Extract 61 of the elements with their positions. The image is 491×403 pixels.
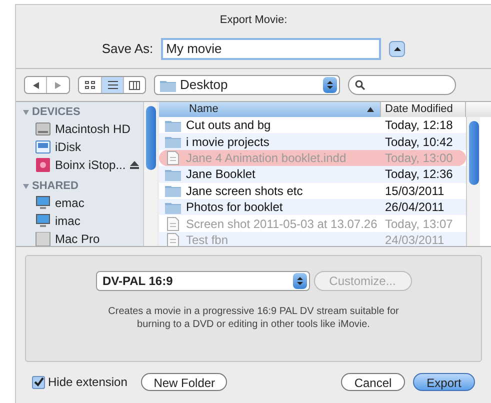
location-popup[interactable]: Desktop bbox=[154, 75, 340, 95]
folder-icon bbox=[165, 168, 181, 181]
folder-icon bbox=[165, 184, 181, 198]
server-icon bbox=[35, 232, 51, 246]
triangle-icon bbox=[394, 46, 401, 50]
header-filler bbox=[466, 102, 491, 117]
scrollbar[interactable] bbox=[466, 117, 480, 246]
dialog-button[interactable]: Export bbox=[413, 373, 475, 391]
folder-icon bbox=[160, 78, 176, 92]
scroll-thumb[interactable] bbox=[468, 121, 478, 185]
view-mode-button[interactable] bbox=[101, 77, 123, 93]
search-icon bbox=[355, 80, 365, 90]
sidebar-heading: DEVICES bbox=[32, 104, 80, 120]
folder-icon bbox=[165, 200, 181, 214]
eject-icon[interactable] bbox=[130, 161, 139, 169]
sidebar-item[interactable]: Mac Pro bbox=[16, 230, 143, 246]
document-icon bbox=[167, 150, 179, 165]
sidebar-item[interactable]: imac bbox=[16, 212, 143, 230]
forward-icon bbox=[55, 82, 61, 88]
column-header[interactable]: Name bbox=[159, 102, 381, 117]
file-row[interactable]: Photos for booklet 26/04/2011 bbox=[159, 198, 466, 216]
checkbox[interactable] bbox=[32, 376, 45, 388]
search-field[interactable] bbox=[348, 75, 456, 95]
check-icon bbox=[34, 377, 44, 387]
format-popup[interactable]: DV-PAL 16:9 bbox=[96, 271, 310, 291]
stepper-icon bbox=[323, 77, 337, 93]
column-header[interactable]: Date Modified bbox=[381, 102, 466, 117]
folder-icon bbox=[165, 135, 181, 148]
monitor-icon bbox=[35, 196, 51, 210]
file-row[interactable]: Cut outs and bg Today, 12:18 bbox=[159, 117, 466, 134]
sidebar-item[interactable]: iDisk bbox=[16, 138, 143, 156]
save-as-field[interactable]: My movie bbox=[161, 38, 382, 60]
sidebar-item[interactable]: Macintosh HD bbox=[16, 120, 143, 138]
app-icon bbox=[35, 158, 51, 172]
sort-arrow-icon bbox=[367, 107, 374, 112]
disclosure-triangle-icon[interactable] bbox=[23, 109, 29, 115]
sidebar-heading: SHARED bbox=[32, 178, 78, 194]
list-icon bbox=[108, 81, 118, 89]
file-row[interactable]: Jane Booklet Today, 12:36 bbox=[159, 166, 466, 183]
document-icon bbox=[167, 216, 179, 231]
columns-icon bbox=[129, 80, 140, 90]
monitor-icon bbox=[35, 214, 51, 228]
hard-drive-icon bbox=[35, 122, 51, 136]
dialog-button[interactable]: New Folder bbox=[141, 373, 228, 391]
scroll-thumb[interactable] bbox=[146, 106, 156, 170]
sidebar-item[interactable]: emac bbox=[16, 194, 143, 212]
format-description: Creates a movie in a progressive 16:9 PAL DV stream suitable for burning to a DVD or editing in other tools like iMovie. bbox=[107, 305, 400, 331]
save-as-label: Save As: bbox=[102, 40, 154, 58]
stepper-icon bbox=[292, 273, 306, 289]
back-icon bbox=[32, 82, 38, 88]
sidebar-item[interactable]: Boinx iStop... bbox=[16, 156, 143, 174]
grid-icon bbox=[85, 81, 95, 89]
dialog-button[interactable]: Cancel bbox=[341, 373, 405, 391]
file-row[interactable]: i movie projects Today, 10:42 bbox=[159, 133, 466, 150]
scrollbar[interactable] bbox=[143, 102, 157, 246]
file-row[interactable]: Jane screen shots etc 15/03/2011 bbox=[159, 182, 466, 199]
dialog-title: Export Movie: bbox=[218, 13, 288, 28]
disclosure-triangle-icon[interactable] bbox=[23, 183, 29, 189]
folder-icon bbox=[165, 118, 181, 132]
expand-button[interactable] bbox=[389, 40, 406, 56]
hide-extension-checkbox[interactable]: Hide extension bbox=[32, 373, 128, 391]
